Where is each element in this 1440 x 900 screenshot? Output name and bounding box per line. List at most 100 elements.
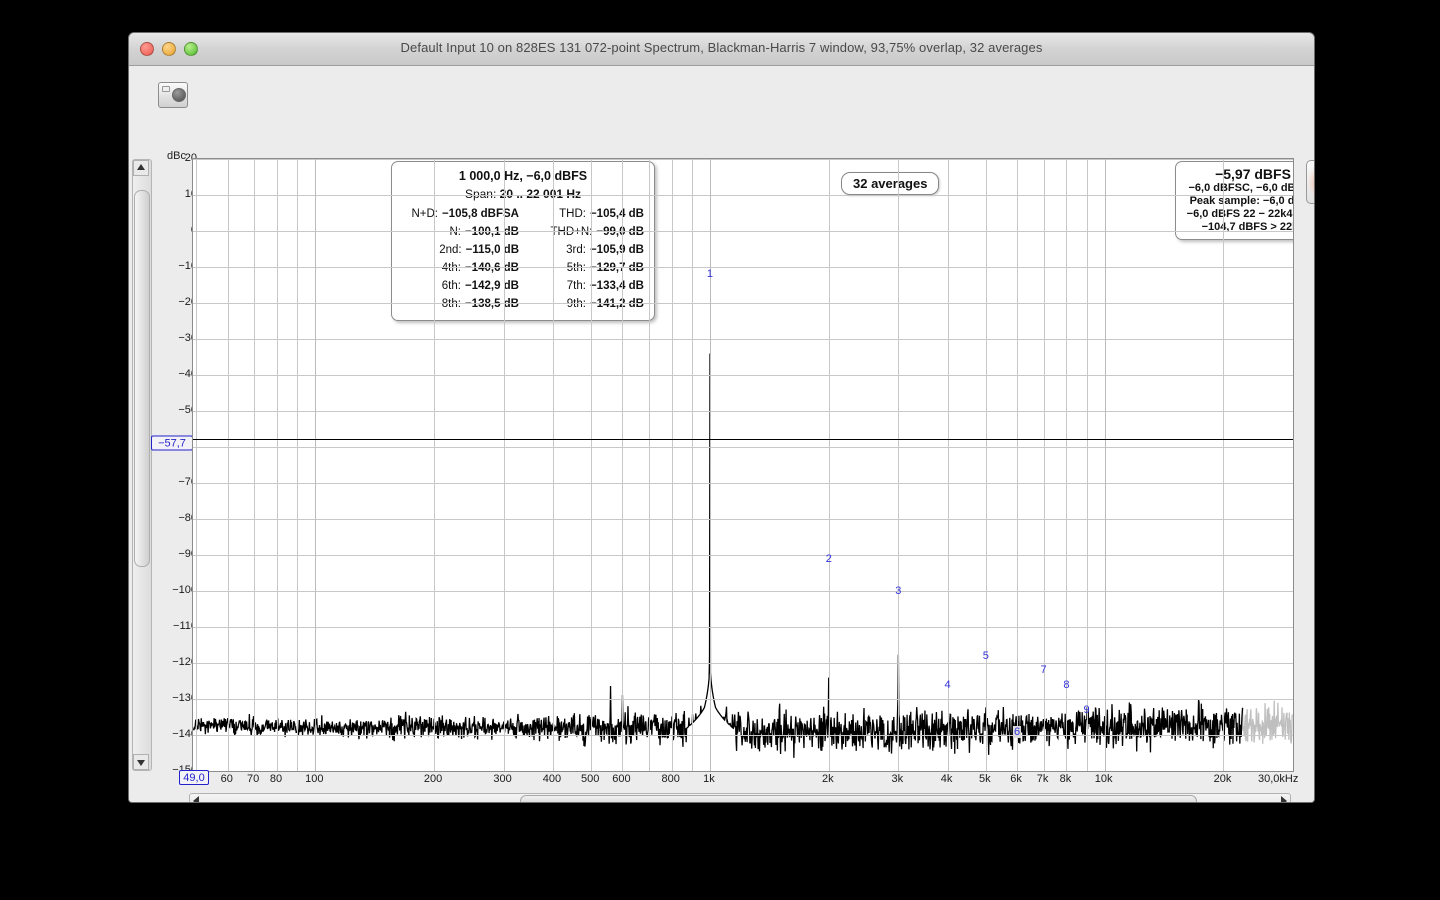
scroll-down-icon[interactable] bbox=[133, 754, 149, 770]
distortion-value: −138,5 dB bbox=[464, 298, 519, 310]
distortion-value: −133,4 dB bbox=[589, 280, 644, 292]
grid-line-v bbox=[434, 159, 436, 771]
scroll-right-icon[interactable] bbox=[1276, 794, 1290, 803]
grid-line-h bbox=[193, 483, 1293, 484]
y-cursor-value[interactable]: −57,7 bbox=[151, 435, 193, 451]
y-tick-label: −50 bbox=[178, 404, 197, 416]
grid-line-v bbox=[709, 159, 711, 771]
y-tick-label: −80 bbox=[178, 512, 197, 524]
grid-line-v bbox=[1104, 159, 1106, 771]
cursor-line bbox=[193, 438, 1293, 440]
distortion-key: 4th: bbox=[441, 262, 461, 274]
span-label: Span: bbox=[464, 187, 497, 201]
y-tick-label: 10 bbox=[184, 188, 197, 200]
distortion-value: −99,0 dB bbox=[596, 226, 644, 238]
grid-line-v bbox=[297, 159, 299, 771]
x-cursor-value[interactable]: 49,0 bbox=[179, 770, 209, 785]
distortion-value: −129,7 dB bbox=[589, 262, 644, 274]
grid-line-v bbox=[828, 159, 830, 771]
x-tick-label: 200 bbox=[423, 773, 443, 785]
title-bar[interactable]: Default Input 10 on 828ES 131 072-point … bbox=[129, 33, 1314, 66]
harmonic-marker-8: 8 bbox=[1063, 678, 1070, 691]
distortion-value: −115,0 dB bbox=[465, 244, 519, 256]
y-tick-label: −30 bbox=[178, 332, 197, 344]
scroll-left-icon[interactable] bbox=[190, 794, 204, 803]
grid-line-h bbox=[193, 159, 1293, 160]
grid-line-v bbox=[503, 159, 505, 771]
distortion-rows: N+D: −105,8 dBFSA THD: −105,4 dB N: −100,1 dB… bbox=[398, 205, 648, 313]
grid-line-v bbox=[315, 159, 317, 771]
x-tick-label: 4k bbox=[940, 773, 953, 785]
x-axis-ticks: 60 70 80 100 200 300 400 500 600 800 1k 2k 3k 4k 5k 6k 7… bbox=[192, 773, 1299, 791]
y-tick-label: −10 bbox=[178, 260, 197, 272]
grid-line-h bbox=[193, 447, 1293, 448]
level-line2: −6,0 dBFSC, −6,0 dBFSA bbox=[1188, 182, 1294, 194]
distortion-key: 5th: bbox=[566, 262, 586, 274]
grid-line-h bbox=[193, 555, 1293, 556]
x-tick-label: 8k bbox=[1059, 773, 1072, 785]
harmonic-marker-7: 7 bbox=[1040, 664, 1047, 677]
grid-line-v bbox=[591, 159, 593, 771]
distortion-key: THD+N: bbox=[550, 226, 593, 238]
spectrum-trace bbox=[193, 353, 1293, 758]
x-tick-label: 3k bbox=[891, 773, 904, 785]
distortion-value: −140,6 dB bbox=[464, 262, 519, 274]
window-title: Default Input 10 on 828ES 131 072-point … bbox=[400, 40, 1043, 55]
scroll-up-icon[interactable] bbox=[133, 160, 149, 176]
distortion-cell: THD+N: −99,0 dB bbox=[523, 223, 648, 241]
x-tick-label: 5k bbox=[979, 773, 991, 785]
harmonic-marker-1: 1 bbox=[706, 268, 714, 281]
level-line3: Peak sample: −6,0 dBFS bbox=[1189, 195, 1294, 207]
grid-line-v bbox=[254, 159, 256, 771]
grid-line-v bbox=[277, 159, 279, 771]
x-tick-label: 6k bbox=[1010, 773, 1022, 785]
vertical-scroll-thumb[interactable] bbox=[134, 190, 150, 567]
x-tick-label: 60 bbox=[220, 773, 233, 785]
distortion-key: THD: bbox=[559, 208, 586, 220]
grid-line-v bbox=[1223, 159, 1225, 771]
record-button[interactable] bbox=[1306, 160, 1314, 204]
grid-line-v bbox=[1043, 159, 1045, 771]
plot-area: dBc 20100−10−20−30−40−50−60−70−80−90−100… bbox=[129, 125, 1314, 802]
x-tick-label: 300 bbox=[493, 773, 512, 785]
level-info-box: −5,97 dBFS −6,0 dBFSC, −6,0 dBFSA Peak s… bbox=[1175, 161, 1294, 240]
y-tick-label: 20 bbox=[184, 152, 197, 164]
grid-line-h bbox=[193, 339, 1293, 340]
distortion-key: 2nd: bbox=[439, 244, 462, 256]
spectrum-plot[interactable]: 32 averages 1 000,0 Hz, −6,0 dBFS Span: … bbox=[192, 158, 1294, 772]
grid-line-h bbox=[193, 627, 1293, 628]
grid-line-h bbox=[193, 375, 1293, 376]
distortion-cell: 5th: −129,7 dB bbox=[523, 259, 648, 277]
x-tick-label: 20k bbox=[1213, 773, 1232, 785]
y-tick-label: −110 bbox=[173, 620, 197, 632]
camera-icon[interactable] bbox=[158, 82, 188, 108]
level-line5: −104,7 dBFS > 22k4 bbox=[1201, 221, 1293, 233]
harmonic-marker-9: 9 bbox=[1083, 704, 1090, 716]
x-tick-label: 800 bbox=[661, 773, 680, 785]
x-tick-label: 10k bbox=[1094, 773, 1113, 785]
grid-line-h bbox=[193, 591, 1293, 592]
vertical-scrollbar[interactable] bbox=[132, 159, 152, 771]
x-tick-label: 600 bbox=[612, 773, 631, 785]
distortion-row: 6th: −142,9 dB 7th: −133,4 dB bbox=[398, 277, 648, 295]
distortion-row: N+D: −105,8 dBFSA THD: −105,4 dB bbox=[398, 205, 648, 223]
y-tick-label: −120 bbox=[172, 656, 197, 668]
distortion-span: Span: 20 .. 22 001 Hz bbox=[398, 187, 648, 201]
grid-line-v bbox=[1017, 159, 1019, 771]
horizontal-scrollbar[interactable] bbox=[189, 793, 1291, 803]
distortion-header: 1 000,0 Hz, −6,0 dBFS bbox=[458, 169, 588, 183]
distortion-info-box: 1 000,0 Hz, −6,0 dBFS Span: 20 .. 22 001… bbox=[391, 161, 655, 321]
distortion-key: 3rd: bbox=[566, 244, 586, 256]
y-tick-label: −20 bbox=[178, 296, 197, 308]
grid-line-v bbox=[622, 159, 624, 771]
span-value: 20 .. 22 001 Hz bbox=[499, 187, 582, 201]
distortion-value: −105,4 dB bbox=[589, 208, 644, 220]
harmonic-marker-6: 6 bbox=[1013, 725, 1022, 738]
spectrum-analyzer-window: Default Input 10 on 828ES 131 072-point … bbox=[128, 32, 1315, 803]
grid-line-h bbox=[193, 267, 1293, 268]
horizontal-scroll-thumb[interactable] bbox=[520, 795, 1197, 802]
grid-line-v bbox=[1293, 159, 1294, 771]
y-tick-label: −90 bbox=[178, 548, 197, 560]
x-tick-label: 100 bbox=[305, 773, 324, 785]
distortion-cell: 9th: −141,2 dB bbox=[523, 295, 648, 313]
